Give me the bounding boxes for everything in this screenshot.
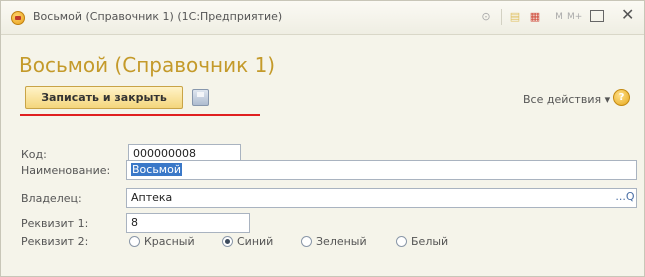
save-disk-icon[interactable] <box>192 89 209 106</box>
radio-label: Зеленый <box>316 235 367 248</box>
radio-label: Белый <box>411 235 449 248</box>
save-and-close-button[interactable]: Записать и закрыть <box>25 86 183 109</box>
toolbar-separator <box>501 9 502 25</box>
code-label: Код: <box>21 148 47 161</box>
radio-circle <box>222 236 233 247</box>
1c-app-icon[interactable] <box>11 11 25 25</box>
attr1-field[interactable]: 8 <box>126 213 250 233</box>
radio-label: Красный <box>144 235 195 248</box>
owner-label: Владелец: <box>21 192 82 205</box>
attr1-label: Реквизит 1: <box>21 217 89 230</box>
close-icon[interactable]: ✕ <box>621 7 634 23</box>
name-field-value: Восьмой <box>131 163 182 176</box>
radio-circle <box>301 236 312 247</box>
help-icon[interactable]: ? <box>613 89 630 106</box>
title-bar: Восьмой (Справочник 1) (1С:Предприятие) … <box>1 1 644 35</box>
radio-circle <box>129 236 140 247</box>
window-title: Восьмой (Справочник 1) (1С:Предприятие) <box>33 10 283 23</box>
memory-m-icon[interactable]: M <box>552 10 566 24</box>
favorites-icon[interactable]: ▤ <box>508 10 522 24</box>
memory-mplus-icon[interactable]: M+ <box>567 10 582 24</box>
name-field[interactable]: Восьмой <box>126 160 637 180</box>
owner-field[interactable]: Аптека <box>126 188 637 208</box>
highlight-underline <box>20 114 260 116</box>
radio-label: Синий <box>237 235 274 248</box>
form-title: Восьмой (Справочник 1) <box>19 53 276 77</box>
owner-select-button[interactable]: ...Q <box>615 189 635 207</box>
link-icon[interactable]: ⊙ <box>479 10 493 24</box>
all-actions-menu[interactable]: Все действия ▾ <box>523 93 610 106</box>
calc-icon[interactable]: ▦ <box>528 10 542 24</box>
form-window: Восьмой (Справочник 1) (1С:Предприятие) … <box>0 0 645 277</box>
radio-circle <box>396 236 407 247</box>
attr2-label: Реквизит 2: <box>21 235 89 248</box>
name-label: Наименование: <box>21 164 111 177</box>
restore-window-icon[interactable] <box>590 10 604 22</box>
